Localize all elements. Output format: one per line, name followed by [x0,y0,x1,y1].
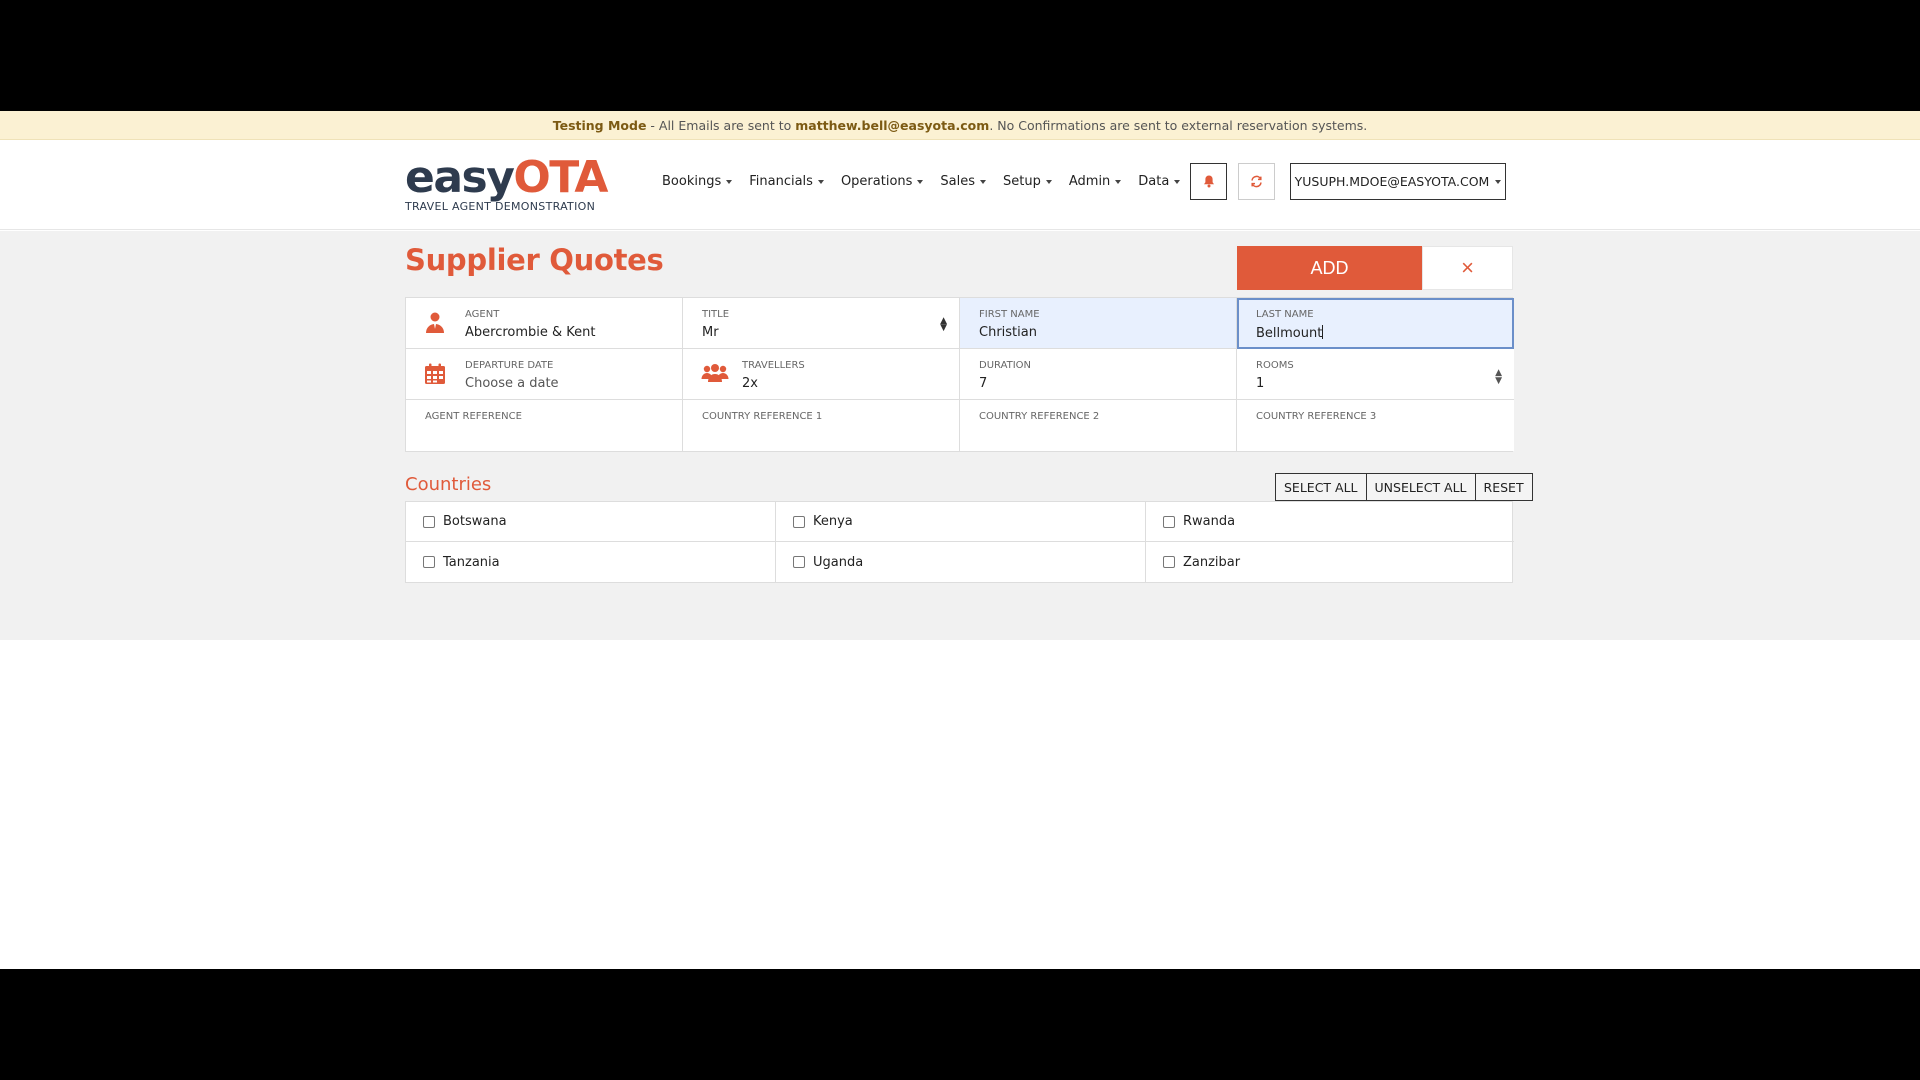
country-reference-2-field[interactable]: COUNTRY REFERENCE 2 [960,400,1237,451]
reset-button[interactable]: RESET [1474,473,1533,501]
checkbox[interactable] [423,515,435,528]
nav-admin[interactable]: Admin [1069,174,1122,189]
agent-label: AGENT [465,309,500,320]
first-name-value: Christian [979,325,1037,340]
travellers-field[interactable]: TRAVELLERS 2x [683,349,960,400]
app-window: Testing Mode - All Emails are sent to ma… [0,111,1920,969]
country-item-botswana[interactable]: Botswana [406,502,776,542]
title-label: TITLE [702,309,730,320]
caret-down-icon [1115,179,1122,184]
group-icon [701,364,729,382]
quote-form: AGENT Abercrombie & Kent TITLE Mr ▲ ▼ FIR… [405,297,1514,452]
country-reference-1-field[interactable]: COUNTRY REFERENCE 1 [683,400,960,451]
first-name-label: FIRST NAME [979,309,1040,320]
unselect-all-button[interactable]: UNSELECT ALL [1365,473,1476,501]
last-name-label: LAST NAME [1256,309,1314,320]
checkbox[interactable] [793,515,805,528]
caret-down-icon [980,179,987,184]
nav-financials[interactable]: Financials [749,174,824,189]
nav-operations[interactable]: Operations [841,174,924,189]
rooms-value: 1 [1256,376,1265,391]
departure-date-placeholder: Choose a date [465,376,559,391]
bell-icon [1203,175,1214,188]
banner-text-2: . No Confirmations are sent to external … [989,117,1368,133]
first-name-field[interactable]: FIRST NAME Christian [960,298,1237,349]
main-nav: Bookings Financials Operations Sales Set… [662,174,1181,189]
header: easyOTA TRAVEL AGENT DEMONSTRATION Booki… [0,140,1920,230]
travellers-value: 2x [742,376,758,391]
country-item-zanzibar[interactable]: Zanzibar [1146,542,1514,582]
testing-mode-banner: Testing Mode - All Emails are sent to ma… [0,111,1920,140]
caret-down-icon [1174,179,1181,184]
agent-value: Abercrombie & Kent [465,325,596,340]
rooms-stepper[interactable]: ▲ ▼ [1495,369,1502,386]
notifications-button[interactable] [1190,163,1227,200]
text-cursor [1322,325,1324,339]
title-value: Mr [702,325,719,340]
select-arrows-icon: ▲ ▼ [940,316,947,333]
caret-down-icon [917,179,924,184]
rooms-label: ROOMS [1256,360,1294,371]
logo-ota: OTA [513,152,608,203]
page-title: Supplier Quotes [405,243,664,277]
countries-list: Botswana Kenya Rwanda Tanzania Uganda Za… [405,501,1514,583]
country-reference-3-label: COUNTRY REFERENCE 3 [1256,411,1377,422]
person-icon [426,312,444,333]
agent-reference-field[interactable]: AGENT REFERENCE [406,400,683,451]
checkbox[interactable] [423,556,435,568]
select-all-button[interactable]: SELECT ALL [1275,473,1367,501]
caret-down-icon [1495,179,1502,184]
banner-text-1: - All Emails are sent to [646,117,796,133]
checkbox[interactable] [1163,556,1175,568]
last-name-field[interactable]: LAST NAME Bellmount [1237,298,1514,349]
caret-down-icon [817,179,824,184]
nav-data[interactable]: Data [1138,174,1181,189]
close-button[interactable]: × [1422,246,1513,290]
add-button[interactable]: ADD [1237,246,1422,290]
countries-heading: Countries [405,474,492,495]
country-item-tanzania[interactable]: Tanzania [406,542,776,582]
agent-field[interactable]: AGENT Abercrombie & Kent [406,298,683,349]
nav-bookings[interactable]: Bookings [662,174,733,189]
refresh-icon [1251,175,1262,188]
user-email: YUSUPH.MDOE@EASYOTA.COM [1294,174,1490,189]
duration-label: DURATION [979,360,1032,371]
logo-subtitle: TRAVEL AGENT DEMONSTRATION [405,200,596,213]
countries-button-group: SELECT ALL UNSELECT ALL RESET [1275,473,1533,501]
agent-reference-label: AGENT REFERENCE [425,411,522,422]
nav-setup[interactable]: Setup [1003,174,1052,189]
country-item-uganda[interactable]: Uganda [776,542,1146,582]
country-item-kenya[interactable]: Kenya [776,502,1146,542]
country-reference-2-label: COUNTRY REFERENCE 2 [979,411,1100,422]
logo-easy: easy [405,152,515,203]
country-reference-1-label: COUNTRY REFERENCE 1 [702,411,823,422]
title-select[interactable]: TITLE Mr ▲ ▼ [683,298,960,349]
easyota-logo[interactable]: easyOTA TRAVEL AGENT DEMONSTRATION [405,152,608,214]
banner-email: matthew.bell@easyota.com [795,117,990,133]
nav-sales[interactable]: Sales [940,174,987,189]
checkbox[interactable] [1163,515,1175,528]
duration-value: 7 [979,376,988,391]
user-menu-button[interactable]: YUSUPH.MDOE@EASYOTA.COM [1290,163,1506,200]
caret-down-icon [726,179,733,184]
rooms-field[interactable]: ROOMS 1 ▲ ▼ [1237,349,1514,400]
country-reference-3-field[interactable]: COUNTRY REFERENCE 3 [1237,400,1514,451]
travellers-label: TRAVELLERS [742,360,805,371]
caret-down-icon [1045,179,1052,184]
calendar-icon [425,363,445,384]
departure-date-label: DEPARTURE DATE [465,360,554,371]
checkbox[interactable] [793,556,805,568]
refresh-button[interactable] [1238,163,1275,200]
last-name-value: Bellmount [1256,326,1323,341]
departure-date-field[interactable]: DEPARTURE DATE Choose a date [406,349,683,400]
duration-field[interactable]: DURATION 7 [960,349,1237,400]
banner-mode: Testing Mode [552,117,647,133]
country-item-rwanda[interactable]: Rwanda [1146,502,1514,542]
